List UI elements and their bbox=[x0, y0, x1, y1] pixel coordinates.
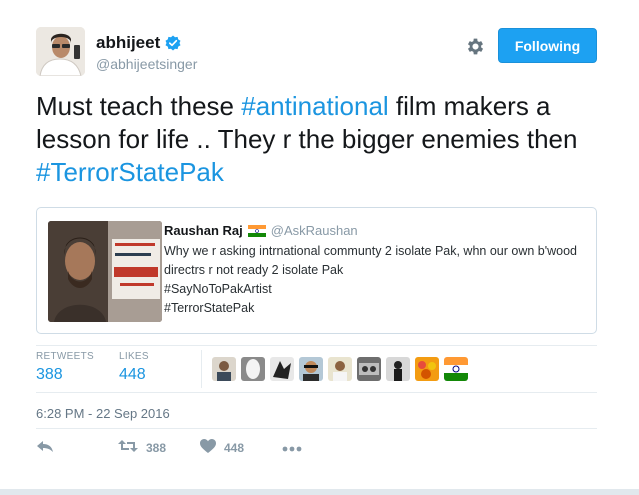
quoted-author-handle[interactable]: @AskRaushan bbox=[271, 223, 358, 238]
india-flag-icon bbox=[247, 224, 266, 237]
liker-avatar[interactable] bbox=[357, 357, 381, 381]
like-action-count: 448 bbox=[224, 440, 245, 455]
likes-label: LIKES bbox=[119, 351, 149, 362]
liker-avatar[interactable] bbox=[212, 357, 236, 381]
tweet-actions: 388 448 bbox=[36, 438, 302, 457]
hashtag-link[interactable]: #TerrorStatePak bbox=[36, 157, 224, 187]
following-button[interactable]: Following bbox=[498, 28, 597, 63]
like-button[interactable]: 448 bbox=[200, 439, 282, 456]
liker-avatar[interactable] bbox=[415, 357, 439, 381]
hashtag-link[interactable]: #antinational bbox=[241, 91, 388, 121]
quoted-tweet-image[interactable] bbox=[48, 221, 162, 322]
quoted-tweet-text: Why we r asking intrnational communty 2 … bbox=[164, 244, 578, 315]
liker-avatar[interactable] bbox=[299, 357, 323, 381]
liker-avatar[interactable] bbox=[270, 357, 294, 381]
stat-divider bbox=[201, 350, 202, 388]
likes-count[interactable]: 448 bbox=[119, 366, 149, 384]
quoted-tweet[interactable]: Raushan Raj @AskRaushan Why we r asking … bbox=[36, 207, 597, 334]
retweets-count[interactable]: 388 bbox=[36, 366, 94, 384]
divider bbox=[36, 428, 597, 429]
tweet-timestamp[interactable]: 6:28 PM - 22 Sep 2016 bbox=[36, 406, 170, 421]
quoted-tweet-header[interactable]: Raushan Raj @AskRaushan bbox=[164, 223, 358, 238]
tweet-card: abhijeet @abhijeetsinger Following Must … bbox=[0, 0, 639, 495]
author-display-name[interactable]: abhijeet bbox=[96, 33, 160, 53]
author-avatar[interactable] bbox=[36, 27, 85, 76]
liker-avatar[interactable] bbox=[386, 357, 410, 381]
reply-button[interactable] bbox=[36, 438, 118, 457]
more-dots-icon bbox=[282, 441, 302, 455]
liker-avatar[interactable] bbox=[444, 357, 468, 381]
tweet-text-part: Must teach these bbox=[36, 91, 242, 121]
bottom-border bbox=[0, 489, 639, 495]
heart-icon bbox=[200, 439, 216, 456]
likes-stat[interactable]: LIKES 448 bbox=[119, 351, 149, 384]
liker-avatar[interactable] bbox=[328, 357, 352, 381]
more-button[interactable] bbox=[282, 441, 302, 455]
liker-avatar[interactable] bbox=[241, 357, 265, 381]
retweet-icon bbox=[118, 439, 138, 456]
retweet-action-count: 388 bbox=[146, 440, 167, 455]
gear-icon[interactable] bbox=[465, 36, 486, 57]
verified-badge-icon bbox=[165, 35, 181, 51]
author-name-row[interactable]: abhijeet bbox=[96, 33, 181, 53]
tweet-text: Must teach these #antinational film make… bbox=[36, 90, 626, 189]
retweets-stat[interactable]: RETWEETS 388 bbox=[36, 351, 94, 384]
author-handle[interactable]: @abhijeetsinger bbox=[96, 56, 197, 72]
divider bbox=[36, 345, 597, 346]
liker-avatars bbox=[212, 357, 468, 381]
quoted-author-name[interactable]: Raushan Raj bbox=[164, 223, 243, 238]
retweets-label: RETWEETS bbox=[36, 351, 94, 362]
retweet-button[interactable]: 388 bbox=[118, 439, 200, 456]
divider bbox=[36, 392, 597, 393]
reply-icon bbox=[36, 438, 54, 457]
